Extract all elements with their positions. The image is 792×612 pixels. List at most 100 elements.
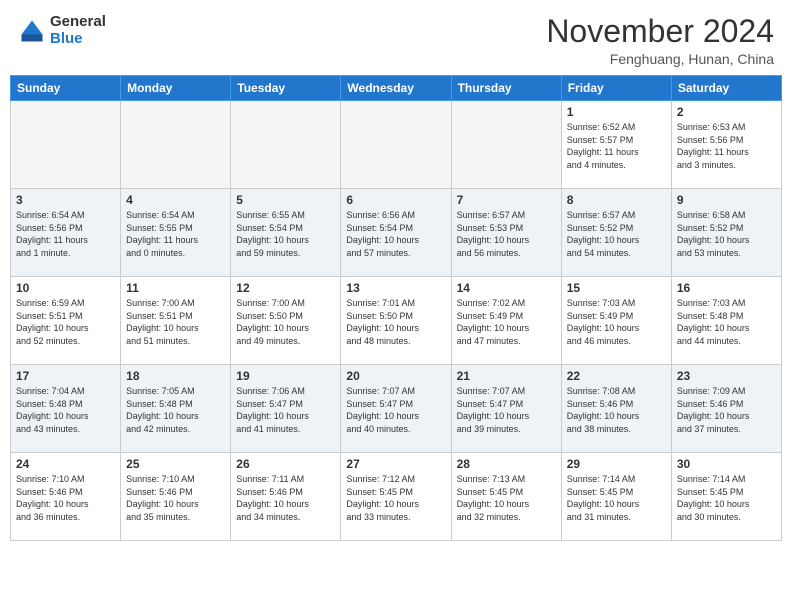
- table-row: 5 Sunrise: 6:55 AMSunset: 5:54 PMDaylight…: [231, 189, 341, 277]
- day-number: 19: [236, 369, 335, 383]
- table-row: 2 Sunrise: 6:53 AMSunset: 5:56 PMDaylight…: [671, 101, 781, 189]
- table-row: 22 Sunrise: 7:08 AMSunset: 5:46 PMDayligh…: [561, 365, 671, 453]
- day-info: Sunrise: 7:01 AMSunset: 5:50 PMDaylight:…: [346, 297, 445, 347]
- table-row: 7Sunrise: 6:57 AMSunset: 5:53 PMDaylight…: [451, 189, 561, 277]
- day-number: 28: [457, 457, 556, 471]
- day-info: Sunrise: 6:56 AMSunset: 5:54 PMDaylight:…: [346, 209, 445, 259]
- calendar-week-row: 24 Sunrise: 7:10 AMSunset: 5:46 PMDayligh…: [11, 453, 782, 541]
- day-number: 16: [677, 281, 776, 295]
- day-number: 17: [16, 369, 115, 383]
- title-block: November 2024 Fenghuang, Hunan, China: [546, 14, 774, 67]
- day-number: 2: [677, 105, 776, 119]
- day-info: Sunrise: 6:58 AMSunset: 5:52 PMDaylight:…: [677, 209, 776, 259]
- table-row: 13Sunrise: 7:01 AMSunset: 5:50 PMDayligh…: [341, 277, 451, 365]
- logo-icon: [18, 17, 46, 45]
- day-number: 14: [457, 281, 556, 295]
- table-row: 3 Sunrise: 6:54 AMSunset: 5:56 PMDaylight…: [11, 189, 121, 277]
- table-row: 1 Sunrise: 6:52 AMSunset: 5:57 PMDaylight…: [561, 101, 671, 189]
- day-number: 29: [567, 457, 666, 471]
- table-row: [451, 101, 561, 189]
- month-title: November 2024: [546, 14, 774, 49]
- col-wednesday: Wednesday: [341, 76, 451, 101]
- day-info: Sunrise: 6:55 AMSunset: 5:54 PMDaylight:…: [236, 209, 335, 259]
- table-row: 24 Sunrise: 7:10 AMSunset: 5:46 PMDayligh…: [11, 453, 121, 541]
- day-number: 15: [567, 281, 666, 295]
- day-number: 26: [236, 457, 335, 471]
- table-row: 27Sunrise: 7:12 AMSunset: 5:45 PMDayligh…: [341, 453, 451, 541]
- day-info: Sunrise: 7:00 AMSunset: 5:50 PMDaylight:…: [236, 297, 335, 347]
- col-tuesday: Tuesday: [231, 76, 341, 101]
- day-info: Sunrise: 7:10 AMSunset: 5:46 PMDaylight:…: [126, 473, 225, 523]
- day-number: 1: [567, 105, 666, 119]
- calendar-body: 1 Sunrise: 6:52 AMSunset: 5:57 PMDaylight…: [11, 101, 782, 541]
- day-number: 24: [16, 457, 115, 471]
- table-row: 4 Sunrise: 6:54 AMSunset: 5:55 PMDaylight…: [121, 189, 231, 277]
- day-info: Sunrise: 7:03 AMSunset: 5:48 PMDaylight:…: [677, 297, 776, 347]
- day-info: Sunrise: 7:07 AMSunset: 5:47 PMDaylight:…: [346, 385, 445, 435]
- day-number: 18: [126, 369, 225, 383]
- location: Fenghuang, Hunan, China: [546, 51, 774, 67]
- table-row: 18Sunrise: 7:05 AMSunset: 5:48 PMDayligh…: [121, 365, 231, 453]
- table-row: 23 Sunrise: 7:09 AMSunset: 5:46 PMDayligh…: [671, 365, 781, 453]
- day-info: Sunrise: 7:14 AMSunset: 5:45 PMDaylight:…: [677, 473, 776, 523]
- table-row: 6 Sunrise: 6:56 AMSunset: 5:54 PMDaylight…: [341, 189, 451, 277]
- header: General Blue November 2024 Fenghuang, Hu…: [0, 0, 792, 75]
- col-sunday: Sunday: [11, 76, 121, 101]
- day-number: 30: [677, 457, 776, 471]
- day-number: 8: [567, 193, 666, 207]
- table-row: 28 Sunrise: 7:13 AMSunset: 5:45 PMDayligh…: [451, 453, 561, 541]
- logo-blue: Blue: [50, 31, 106, 48]
- day-info: Sunrise: 6:53 AMSunset: 5:56 PMDaylight:…: [677, 121, 776, 171]
- table-row: [121, 101, 231, 189]
- day-info: Sunrise: 6:59 AMSunset: 5:51 PMDaylight:…: [16, 297, 115, 347]
- table-row: 10Sunrise: 6:59 AMSunset: 5:51 PMDayligh…: [11, 277, 121, 365]
- table-row: 20 Sunrise: 7:07 AMSunset: 5:47 PMDayligh…: [341, 365, 451, 453]
- day-number: 11: [126, 281, 225, 295]
- table-row: [11, 101, 121, 189]
- day-number: 3: [16, 193, 115, 207]
- day-info: Sunrise: 7:13 AMSunset: 5:45 PMDaylight:…: [457, 473, 556, 523]
- day-info: Sunrise: 7:00 AMSunset: 5:51 PMDaylight:…: [126, 297, 225, 347]
- day-number: 7: [457, 193, 556, 207]
- day-number: 6: [346, 193, 445, 207]
- day-number: 12: [236, 281, 335, 295]
- calendar-week-row: 1 Sunrise: 6:52 AMSunset: 5:57 PMDaylight…: [11, 101, 782, 189]
- day-info: Sunrise: 7:14 AMSunset: 5:45 PMDaylight:…: [567, 473, 666, 523]
- table-row: 19 Sunrise: 7:06 AMSunset: 5:47 PMDayligh…: [231, 365, 341, 453]
- day-info: Sunrise: 7:03 AMSunset: 5:49 PMDaylight:…: [567, 297, 666, 347]
- day-info: Sunrise: 7:10 AMSunset: 5:46 PMDaylight:…: [16, 473, 115, 523]
- col-monday: Monday: [121, 76, 231, 101]
- day-number: 22: [567, 369, 666, 383]
- table-row: 25 Sunrise: 7:10 AMSunset: 5:46 PMDayligh…: [121, 453, 231, 541]
- day-info: Sunrise: 6:52 AMSunset: 5:57 PMDaylight:…: [567, 121, 666, 171]
- calendar-week-row: 17Sunrise: 7:04 AMSunset: 5:48 PMDayligh…: [11, 365, 782, 453]
- calendar-week-row: 3 Sunrise: 6:54 AMSunset: 5:56 PMDaylight…: [11, 189, 782, 277]
- calendar-header-row: Sunday Monday Tuesday Wednesday Thursday…: [11, 76, 782, 101]
- day-number: 23: [677, 369, 776, 383]
- day-info: Sunrise: 6:54 AMSunset: 5:56 PMDaylight:…: [16, 209, 115, 259]
- table-row: 14Sunrise: 7:02 AMSunset: 5:49 PMDayligh…: [451, 277, 561, 365]
- calendar: Sunday Monday Tuesday Wednesday Thursday…: [10, 75, 782, 541]
- col-friday: Friday: [561, 76, 671, 101]
- day-info: Sunrise: 7:08 AMSunset: 5:46 PMDaylight:…: [567, 385, 666, 435]
- table-row: 26 Sunrise: 7:11 AMSunset: 5:46 PMDayligh…: [231, 453, 341, 541]
- table-row: 17Sunrise: 7:04 AMSunset: 5:48 PMDayligh…: [11, 365, 121, 453]
- table-row: 15 Sunrise: 7:03 AMSunset: 5:49 PMDayligh…: [561, 277, 671, 365]
- day-number: 5: [236, 193, 335, 207]
- day-number: 21: [457, 369, 556, 383]
- day-number: 20: [346, 369, 445, 383]
- day-info: Sunrise: 7:06 AMSunset: 5:47 PMDaylight:…: [236, 385, 335, 435]
- table-row: 30 Sunrise: 7:14 AMSunset: 5:45 PMDayligh…: [671, 453, 781, 541]
- day-number: 4: [126, 193, 225, 207]
- table-row: 12 Sunrise: 7:00 AMSunset: 5:50 PMDayligh…: [231, 277, 341, 365]
- day-info: Sunrise: 6:57 AMSunset: 5:52 PMDaylight:…: [567, 209, 666, 259]
- day-number: 9: [677, 193, 776, 207]
- day-number: 27: [346, 457, 445, 471]
- day-info: Sunrise: 7:11 AMSunset: 5:46 PMDaylight:…: [236, 473, 335, 523]
- day-number: 25: [126, 457, 225, 471]
- day-info: Sunrise: 6:54 AMSunset: 5:55 PMDaylight:…: [126, 209, 225, 259]
- calendar-wrap: Sunday Monday Tuesday Wednesday Thursday…: [0, 75, 792, 551]
- col-saturday: Saturday: [671, 76, 781, 101]
- day-info: Sunrise: 7:09 AMSunset: 5:46 PMDaylight:…: [677, 385, 776, 435]
- logo-text: General Blue: [50, 14, 106, 47]
